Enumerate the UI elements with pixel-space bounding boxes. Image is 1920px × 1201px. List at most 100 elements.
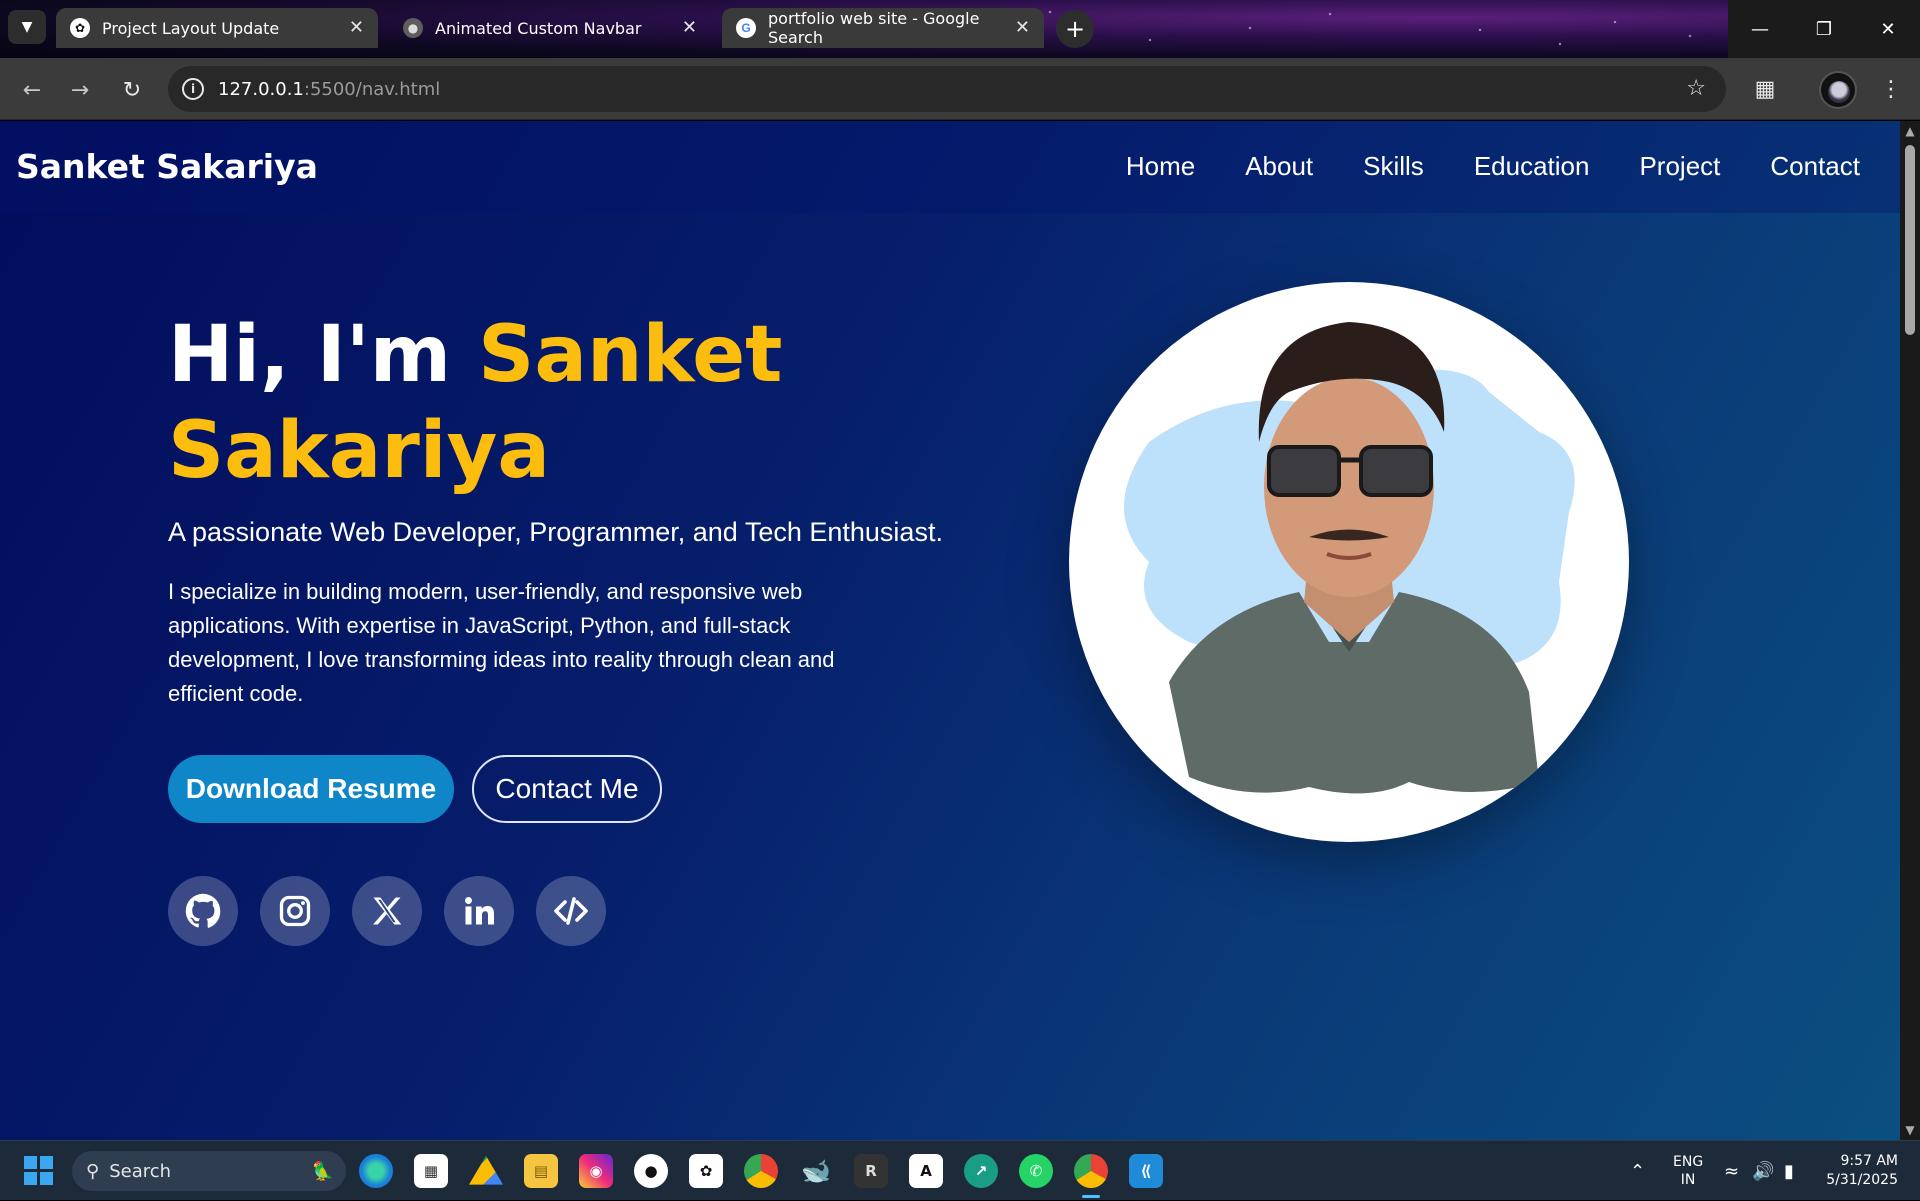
- minimize-icon: —: [1751, 18, 1769, 40]
- linkedin-icon: [465, 897, 494, 925]
- close-tab-icon[interactable]: ✕: [349, 17, 364, 38]
- nav-education[interactable]: Education: [1474, 151, 1590, 182]
- profile-portrait-illustration: [1124, 322, 1575, 794]
- reload-button[interactable]: ↻: [114, 72, 150, 108]
- x-twitter-icon: [373, 897, 402, 925]
- edge-icon[interactable]: [359, 1154, 393, 1188]
- social-links: [168, 876, 628, 946]
- restore-icon: ❐: [1815, 18, 1833, 40]
- instagram-link[interactable]: [260, 876, 330, 946]
- active-app-indicator: [1082, 1195, 1100, 1198]
- taskbar-search-label: Search: [109, 1160, 172, 1182]
- chevron-up-icon: ⌃: [1630, 1160, 1646, 1182]
- github-icon: [185, 893, 221, 928]
- google-drive-icon[interactable]: [469, 1155, 503, 1185]
- restore-button[interactable]: ❐: [1792, 0, 1856, 58]
- site-info-icon[interactable]: i: [182, 78, 204, 100]
- contact-me-button[interactable]: Contact Me: [472, 755, 662, 823]
- windows-logo-icon: [24, 1156, 37, 1169]
- hero-bio: I specialize in building modern, user-fr…: [168, 579, 835, 706]
- nav-about[interactable]: About: [1245, 151, 1313, 182]
- github-desktop-icon[interactable]: ●: [634, 1154, 668, 1188]
- download-resume-button[interactable]: Download Resume: [168, 755, 454, 823]
- hero-name-first: Sanket: [478, 310, 783, 400]
- address-bar[interactable]: i 127.0.0.1:5500/nav.html ☆: [168, 66, 1726, 112]
- back-button[interactable]: ←: [14, 72, 50, 108]
- nav-contact[interactable]: Contact: [1770, 151, 1860, 182]
- code-portfolio-link[interactable]: [536, 876, 606, 946]
- show-hidden-icons-button[interactable]: ⌃: [1630, 1141, 1645, 1201]
- tab-search-button[interactable]: ▼: [8, 10, 46, 44]
- puzzle-icon: ▦: [1754, 76, 1776, 102]
- chatgpt-app-icon[interactable]: ✿: [689, 1154, 723, 1188]
- instagram-icon: [279, 895, 311, 927]
- whatsapp-icon[interactable]: ✆: [1019, 1154, 1053, 1188]
- hero-tagline: A passionate Web Developer, Programmer, …: [168, 517, 943, 547]
- globe-icon: ●: [403, 18, 423, 38]
- windows-logo-icon: [24, 1172, 37, 1185]
- tab-title: Animated Custom Navbar: [435, 18, 642, 38]
- wifi-icon[interactable]: ≈: [1724, 1141, 1739, 1201]
- start-button[interactable]: [24, 1156, 54, 1186]
- profile-avatar[interactable]: [1819, 71, 1857, 109]
- vscode-icon[interactable]: ⟪: [1129, 1154, 1163, 1188]
- tab-title: Project Layout Update: [102, 18, 280, 38]
- linkedin-link[interactable]: [444, 876, 514, 946]
- nav-project[interactable]: Project: [1639, 151, 1720, 182]
- nav-links: Home About Skills Education Project Cont…: [1076, 151, 1860, 182]
- tab-google-search[interactable]: G portfolio web site - Google Search ✕: [722, 8, 1044, 48]
- app-teal-icon[interactable]: ↗: [964, 1154, 998, 1188]
- app-r-icon[interactable]: R: [854, 1154, 888, 1188]
- windows-taskbar: ⚲ Search 🦜 ▦ ▤ ◉ ● ✿ 🐋 R A ↗ ✆ ⟪ ⌃ ENG I…: [0, 1140, 1920, 1200]
- deepseek-icon[interactable]: 🐋: [799, 1154, 833, 1188]
- scroll-down-icon[interactable]: ▼: [1904, 1124, 1916, 1136]
- chrome-profile-icon[interactable]: [1074, 1154, 1108, 1188]
- volume-icon[interactable]: 🔊: [1752, 1141, 1774, 1201]
- url-text: 127.0.0.1:5500/nav.html: [218, 79, 440, 100]
- microsoft-store-icon[interactable]: ▦: [414, 1154, 448, 1188]
- windows-logo-icon: [40, 1156, 53, 1169]
- file-explorer-icon[interactable]: ▤: [524, 1154, 558, 1188]
- nav-home[interactable]: Home: [1126, 151, 1195, 182]
- site-brand[interactable]: Sanket Sakariya: [16, 147, 318, 186]
- scroll-up-icon[interactable]: ▲: [1904, 125, 1916, 137]
- github-link[interactable]: [168, 876, 238, 946]
- new-tab-button[interactable]: +: [1056, 10, 1094, 48]
- battery-icon[interactable]: ▮: [1784, 1141, 1794, 1201]
- page-scrollbar[interactable]: ▲ ▼: [1900, 121, 1920, 1140]
- close-window-button[interactable]: ✕: [1856, 0, 1920, 58]
- arrow-right-icon: →: [70, 77, 90, 103]
- language-code: ENG: [1673, 1154, 1704, 1170]
- more-vertical-icon: ⋮: [1880, 76, 1902, 102]
- extensions-button[interactable]: ▦: [1748, 72, 1782, 106]
- bookmark-star-icon[interactable]: ☆: [1686, 76, 1706, 101]
- tab-animated-custom-navbar[interactable]: ● Animated Custom Navbar ✕: [389, 8, 711, 48]
- scrollbar-thumb[interactable]: [1905, 145, 1915, 335]
- instagram-app-icon[interactable]: ◉: [579, 1154, 613, 1188]
- tab-project-layout-update[interactable]: ✿ Project Layout Update ✕: [56, 8, 378, 48]
- chevron-down-icon: ▼: [21, 19, 33, 35]
- taskbar-search[interactable]: ⚲ Search 🦜: [72, 1151, 346, 1191]
- profile-icon: [1828, 81, 1850, 103]
- google-icon: G: [736, 18, 756, 38]
- chrome-icon[interactable]: [744, 1154, 778, 1188]
- windows-logo-icon: [40, 1172, 53, 1185]
- clock[interactable]: 9:57 AM 5/31/2025: [1826, 1141, 1898, 1201]
- browser-toolbar: ← → ↻ i 127.0.0.1:5500/nav.html ☆ ▦ ⋮: [0, 58, 1920, 120]
- close-tab-icon[interactable]: ✕: [1015, 17, 1030, 38]
- search-icon: ⚲: [86, 1160, 100, 1182]
- close-icon: ✕: [1880, 18, 1896, 40]
- hero-greeting: Hi, I'm: [168, 310, 479, 400]
- url-path: :5500/nav.html: [303, 78, 441, 100]
- minimize-button[interactable]: —: [1728, 0, 1792, 58]
- app-a-icon[interactable]: A: [909, 1154, 943, 1188]
- x-twitter-link[interactable]: [352, 876, 422, 946]
- browser-menu-button[interactable]: ⋮: [1876, 72, 1906, 106]
- language-region: IN: [1680, 1172, 1696, 1188]
- nav-skills[interactable]: Skills: [1363, 151, 1424, 182]
- site-navbar: Sanket Sakariya Home About Skills Educat…: [0, 121, 1900, 213]
- language-indicator[interactable]: ENG IN: [1673, 1141, 1703, 1201]
- close-tab-icon[interactable]: ✕: [682, 17, 697, 38]
- clock-time: 9:57 AM: [1840, 1153, 1898, 1169]
- forward-button[interactable]: →: [62, 72, 98, 108]
